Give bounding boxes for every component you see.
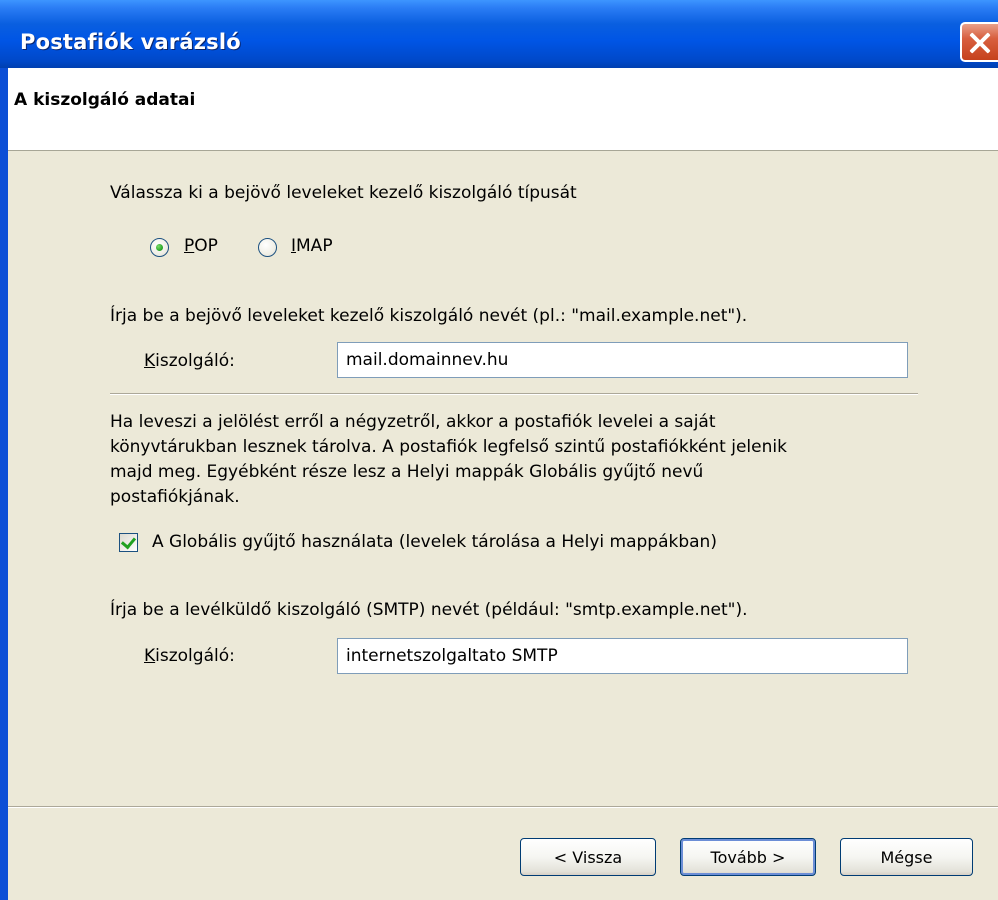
incoming-server-prompt: Írja be a bejövő leveleket kezelő kiszol… (110, 306, 748, 326)
global-inbox-checkbox-label[interactable]: A Globális gyűjtő használata (levelek tá… (152, 532, 717, 552)
radio-pop[interactable] (150, 238, 169, 257)
incoming-type-prompt: Válassza ki a bejövő leveleket kezelő ki… (110, 183, 577, 203)
radio-selected-dot (156, 244, 163, 251)
back-button-label: < Vissza (553, 848, 623, 867)
outgoing-server-label: Kiszolgáló: (144, 646, 235, 666)
divider (110, 393, 918, 395)
radio-pop-label[interactable]: POP (184, 236, 218, 256)
title-bar[interactable]: Postafiók varázsló (0, 0, 998, 68)
checkmark-icon (120, 533, 137, 550)
radio-imap-label[interactable]: IMAP (291, 236, 333, 256)
window-title: Postafiók varázsló (20, 30, 241, 54)
incoming-server-input[interactable] (337, 342, 908, 378)
next-button-label: Tovább > (710, 848, 786, 867)
global-inbox-desc-line-3: majd meg. Egyébként része lesz a Helyi m… (110, 462, 704, 482)
cancel-button-label: Mégse (880, 848, 933, 867)
global-inbox-checkbox[interactable] (119, 533, 138, 552)
global-inbox-desc-line-1: Ha leveszi a jelölést erről a négyzetről… (110, 412, 716, 432)
cancel-button[interactable]: Mégse (840, 838, 973, 876)
incoming-server-label: Kiszolgáló: (144, 351, 235, 371)
close-icon[interactable] (960, 22, 998, 62)
wizard-window: Postafiók varázsló A kiszolgáló adatai V… (0, 0, 998, 900)
window-frame-left (0, 68, 8, 900)
next-button[interactable]: Tovább > (680, 838, 816, 876)
back-button[interactable]: < Vissza (520, 838, 656, 876)
outgoing-server-prompt: Írja be a levélküldő kiszolgáló (SMTP) n… (110, 600, 748, 620)
global-inbox-desc-line-2: könyvtárukban lesznek tárolva. A postafi… (110, 437, 787, 457)
radio-imap[interactable] (258, 238, 277, 257)
page-title: A kiszolgáló adatai (14, 90, 196, 110)
global-inbox-desc-line-4: postafiókjának. (110, 487, 240, 507)
button-area-divider (8, 806, 998, 808)
outgoing-server-input[interactable] (337, 638, 908, 674)
